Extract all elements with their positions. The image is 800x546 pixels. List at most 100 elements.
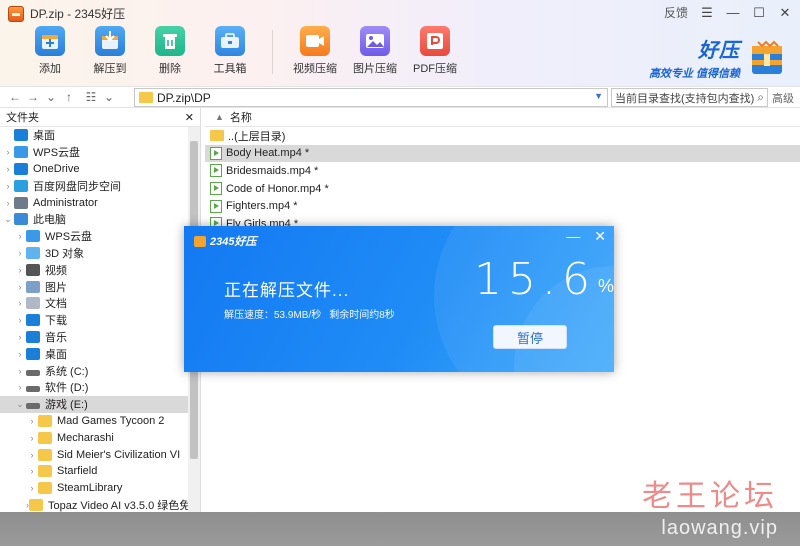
pause-button[interactable]: 暂停	[493, 325, 567, 349]
dialog-minimize-icon[interactable]: —	[566, 228, 580, 245]
view-dropdown-icon[interactable]: ⌄	[100, 90, 118, 104]
tree-item[interactable]: › Mad Games Tycoon 2	[0, 413, 188, 430]
chevron-right-icon[interactable]: ›	[26, 483, 38, 493]
toolbar-divider	[272, 30, 273, 74]
address-bar[interactable]: DP.zip\DP ▼	[134, 88, 608, 107]
cloud-icon	[14, 162, 28, 175]
video-icon	[26, 263, 40, 276]
video-file-icon	[210, 199, 222, 213]
tree-item[interactable]: › 图片	[0, 278, 188, 295]
chevron-right-icon[interactable]: ›	[14, 332, 26, 342]
image-compress-icon	[360, 26, 390, 56]
brand-name: 好压	[698, 40, 740, 62]
file-list-header[interactable]: ▲ 名称	[205, 108, 800, 127]
advanced-search-link[interactable]: 高级	[772, 90, 794, 106]
chevron-right-icon[interactable]: ›	[14, 382, 26, 392]
video-compress-button[interactable]: 视频压缩	[285, 26, 345, 76]
tree-item[interactable]: › OneDrive	[0, 161, 188, 178]
folder-icon	[38, 465, 52, 478]
file-row[interactable]: Body Heat.mp4 *	[205, 144, 800, 163]
tree-item[interactable]: › 音乐	[0, 329, 188, 346]
navigation-bar: ← → ⌄ ↑ ☷ ⌄ DP.zip\DP ▼ 当前目录查找(支持包内查找) ⌕…	[0, 86, 800, 108]
chevron-right-icon[interactable]: ›	[14, 248, 26, 258]
dialog-controls: — ✕	[566, 228, 606, 245]
close-icon[interactable]: ✕	[778, 5, 792, 20]
tree-item[interactable]: › WPS云盘	[0, 144, 188, 161]
chevron-right-icon[interactable]: ›	[2, 147, 14, 157]
chevron-right-icon[interactable]: ›	[14, 315, 26, 325]
chevron-right-icon[interactable]: ›	[26, 466, 38, 476]
toolbox-button[interactable]: 工具箱	[200, 26, 260, 76]
forward-arrow-icon[interactable]: →	[24, 90, 42, 104]
file-name: Fighters.mp4 *	[226, 200, 298, 213]
close-pane-icon[interactable]: ✕	[185, 111, 194, 124]
cloud-icon	[14, 146, 28, 159]
chevron-right-icon[interactable]: ›	[26, 433, 38, 443]
file-row[interactable]: Code of Honor.mp4 *	[205, 180, 800, 198]
name-column-header[interactable]: 名称	[230, 109, 252, 125]
search-icon[interactable]: ⌕	[757, 90, 764, 105]
chevron-right-icon[interactable]: ›	[14, 282, 26, 292]
tree-item-label: OneDrive	[33, 162, 80, 175]
chevron-right-icon[interactable]: ›	[2, 198, 14, 208]
tree-item[interactable]: › WPS云盘	[0, 228, 188, 245]
brand-slogan: 高效专业 值得信赖	[648, 68, 740, 80]
chevron-right-icon[interactable]: ›	[14, 349, 26, 359]
add-button[interactable]: 添加	[20, 26, 80, 76]
file-row[interactable]: ..(上层目录)	[205, 127, 800, 145]
extract-to-button[interactable]: 解压到	[80, 26, 140, 76]
delete-button[interactable]: 删除	[140, 26, 200, 76]
back-arrow-icon[interactable]: ←	[6, 90, 24, 104]
chevron-right-icon[interactable]: ›	[2, 181, 14, 191]
feedback-link[interactable]: 反馈	[664, 4, 688, 21]
file-name: ..(上层目录)	[228, 130, 286, 143]
tree-item[interactable]: 桌面	[0, 127, 188, 144]
history-chevron-icon[interactable]: ⌄	[42, 90, 60, 104]
chevron-right-icon[interactable]: ›	[14, 231, 26, 241]
extract-progress-dialog: 2345好压 — ✕ 正在解压文件... 解压速度：53.9MB/秒 剩余时间约…	[184, 226, 614, 372]
tree-item[interactable]: › 百度网盘同步空间	[0, 177, 188, 194]
tree-item[interactable]: › Topaz Video AI v3.5.0 绿色免	[0, 497, 190, 512]
chevron-down-icon[interactable]: ⌄	[14, 399, 26, 410]
chevron-right-icon[interactable]: ›	[14, 298, 26, 308]
tree-item[interactable]: › 桌面	[0, 345, 188, 362]
tree-item[interactable]: › 软件 (D:)	[0, 379, 188, 396]
tree-item[interactable]: › 系统 (C:)	[0, 362, 188, 379]
search-input[interactable]: 当前目录查找(支持包内查找) ⌕	[611, 88, 768, 107]
tree-item[interactable]: › 下载	[0, 312, 188, 329]
chevron-right-icon[interactable]: ›	[26, 416, 38, 426]
chevron-down-icon[interactable]: ⌄	[2, 214, 14, 225]
dialog-close-icon[interactable]: ✕	[594, 228, 606, 245]
view-mode-icon[interactable]: ☷	[82, 90, 100, 104]
tree-item-label: 软件 (D:)	[45, 382, 89, 395]
tree-item[interactable]: › 3D 对象	[0, 245, 188, 262]
chevron-right-icon[interactable]: ›	[14, 366, 26, 376]
address-dropdown-icon[interactable]: ▼	[594, 91, 603, 101]
tree-item[interactable]: ⌄ 游戏 (E:)	[0, 395, 188, 413]
tree-item-label: SteamLibrary	[57, 482, 123, 495]
file-row[interactable]: Fighters.mp4 *	[205, 197, 800, 215]
pdf-compress-button[interactable]: PDF压缩	[405, 26, 465, 76]
tree-item[interactable]: ⌄ 此电脑	[0, 211, 188, 228]
tree-item[interactable]: › Sid Meier's Civilization VI	[0, 446, 188, 463]
chevron-right-icon[interactable]: ›	[14, 265, 26, 275]
sort-up-icon: ▲	[215, 112, 224, 122]
tree-item-label: Mecharashi	[57, 431, 114, 444]
tree-item[interactable]: › SteamLibrary	[0, 480, 188, 497]
tree-item[interactable]: › 视频	[0, 261, 188, 278]
minimize-icon[interactable]: —	[726, 5, 740, 20]
tree-item[interactable]: › Starfield	[0, 463, 188, 480]
file-row[interactable]: Bridesmaids.mp4 *	[205, 162, 800, 180]
up-arrow-icon[interactable]: ↑	[60, 90, 78, 104]
image-compress-button[interactable]: 图片压缩	[345, 26, 405, 76]
video-file-icon	[210, 146, 222, 160]
cube-icon	[26, 246, 40, 259]
drive-icon	[26, 403, 40, 410]
menu-icon[interactable]: ☰	[700, 5, 714, 20]
chevron-right-icon[interactable]: ›	[2, 164, 14, 174]
tree-item[interactable]: › 文档	[0, 295, 188, 312]
tree-item[interactable]: › Administrator	[0, 194, 188, 211]
tree-item[interactable]: › Mecharashi	[0, 429, 188, 446]
maximize-icon[interactable]: ☐	[752, 5, 766, 20]
chevron-right-icon[interactable]: ›	[26, 450, 38, 460]
